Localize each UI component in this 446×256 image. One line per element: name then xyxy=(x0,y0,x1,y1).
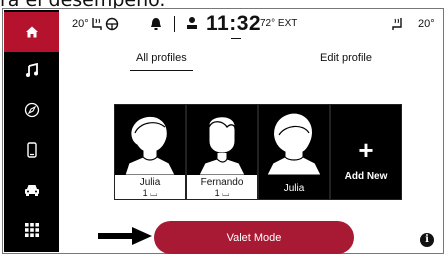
sidebar-item-home[interactable] xyxy=(4,12,59,52)
heated-seat-icon[interactable] xyxy=(90,17,104,31)
tab-edit-profile[interactable]: Edit profile xyxy=(320,52,372,64)
profile-name-area: Julia 1 ⌴ xyxy=(115,175,185,199)
phone-icon xyxy=(26,142,37,158)
add-profile-label: Add New xyxy=(344,171,388,182)
profile-name: Fernando xyxy=(200,177,244,188)
avatar xyxy=(259,105,329,176)
avatar xyxy=(187,105,257,176)
profile-name-area: Fernando 1 ⌴ xyxy=(187,175,257,199)
driver-temperature[interactable]: 20° xyxy=(72,18,89,30)
status-divider xyxy=(174,16,175,32)
home-icon xyxy=(25,26,38,38)
sidebar-item-media[interactable] xyxy=(4,50,59,90)
passenger-heated-seat-icon[interactable] xyxy=(390,17,406,31)
sidebar xyxy=(4,10,59,252)
user-profile-icon[interactable] xyxy=(186,16,198,30)
avatar-julia-icon xyxy=(115,105,185,176)
sidebar-item-apps[interactable] xyxy=(4,210,59,250)
profile-card-julia[interactable]: Julia 1 ⌴ xyxy=(114,104,186,200)
valet-mode-button[interactable]: Valet Mode xyxy=(154,221,354,254)
heated-wheel-icon[interactable] xyxy=(105,17,119,31)
apps-grid-icon xyxy=(24,223,39,237)
avatar-julia-2-icon xyxy=(259,105,329,176)
compass-icon xyxy=(24,102,39,118)
info-icon[interactable]: i xyxy=(420,233,434,247)
car-icon xyxy=(24,185,39,196)
tab-all-profiles[interactable]: All profiles xyxy=(130,52,193,71)
profile-name-area: Julia xyxy=(259,175,329,199)
profile-name: Julia xyxy=(139,177,161,188)
status-bar: 20° 11:32 72° EXT 20° xyxy=(60,10,442,40)
sidebar-item-vehicle[interactable] xyxy=(4,170,59,210)
avatar xyxy=(115,105,185,176)
clock: 11:32 xyxy=(206,12,262,35)
valet-mode-label: Valet Mode xyxy=(226,231,282,244)
profile-card-fernando[interactable]: Fernando 1 ⌴ xyxy=(186,104,258,200)
sidebar-item-navigation[interactable] xyxy=(4,90,59,130)
avatar-fernando-icon xyxy=(187,105,257,176)
arrow-right-icon xyxy=(98,227,152,245)
sidebar-item-phone[interactable] xyxy=(4,130,59,170)
music-icon xyxy=(25,63,38,77)
clock-underline xyxy=(231,38,241,39)
notification-bell-icon[interactable] xyxy=(150,17,162,31)
plus-icon: + xyxy=(358,135,374,165)
seat-memory-icon: 1 ⌴ xyxy=(142,188,158,198)
add-profile-button[interactable]: + Add New xyxy=(330,104,402,200)
seat-memory-icon: 1 ⌴ xyxy=(214,188,230,198)
profile-name: Julia xyxy=(283,183,305,194)
profile-tabs: All profiles Edit profile xyxy=(60,52,440,76)
profile-card-julia-2[interactable]: Julia xyxy=(258,104,330,200)
exterior-temperature: 72° EXT xyxy=(260,18,298,29)
passenger-temperature[interactable]: 20° xyxy=(418,18,435,30)
